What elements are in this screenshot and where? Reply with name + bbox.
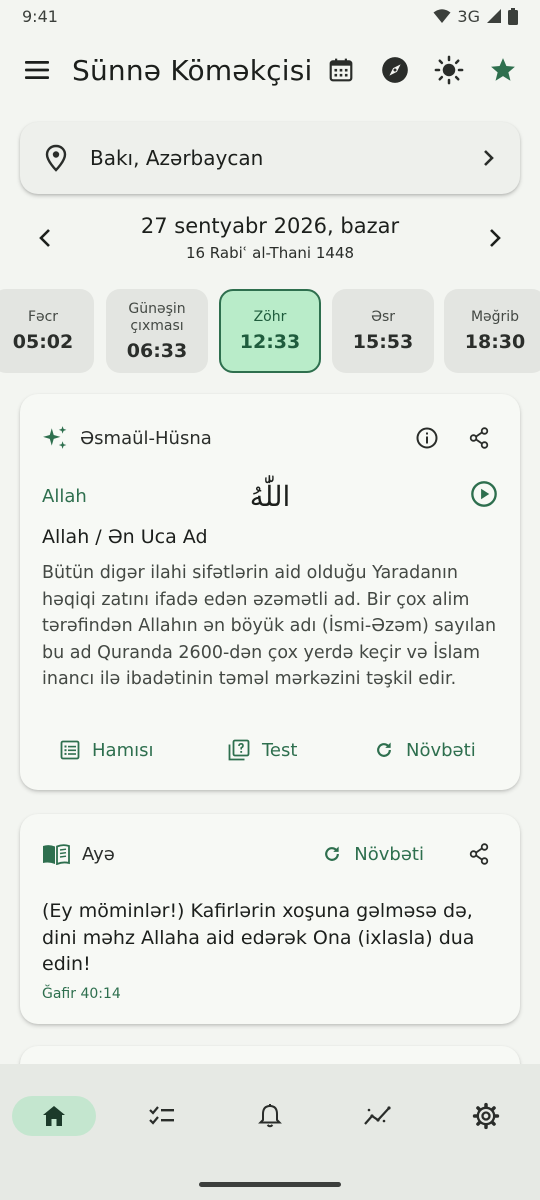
share-button[interactable] bbox=[460, 419, 498, 457]
nav-settings[interactable] bbox=[444, 1096, 528, 1136]
info-button[interactable] bbox=[408, 419, 446, 457]
prayer-name: Məğrib bbox=[470, 309, 520, 325]
battery-icon bbox=[508, 7, 518, 25]
quiz-icon bbox=[228, 739, 250, 761]
prayer-time: 18:30 bbox=[464, 331, 526, 353]
asmaul-husna-card: Əsmaül-Hüsna Allah اللّٰهُ Allah / Ən Uc… bbox=[20, 394, 520, 790]
name-transliteration: Allah bbox=[42, 485, 87, 507]
chevron-right-icon bbox=[490, 229, 501, 247]
network-label: 3G bbox=[457, 6, 480, 26]
list-icon bbox=[60, 740, 80, 760]
compass-icon bbox=[382, 57, 408, 83]
prayer-chip-dhuhr[interactable]: Zöhr 12:33 bbox=[219, 289, 321, 373]
chart-icon bbox=[364, 1106, 391, 1125]
date-display: 27 sentyabr 2026, bazar 16 Rabiʿ al-Than… bbox=[141, 214, 399, 262]
share-button[interactable] bbox=[460, 835, 498, 873]
location-pin-icon bbox=[45, 144, 67, 172]
nav-home[interactable] bbox=[12, 1096, 96, 1136]
status-icons: 3G bbox=[433, 7, 518, 26]
status-time: 9:41 bbox=[22, 6, 58, 26]
name-description: Bütün digər ilahi sifətlərin aid olduğu … bbox=[42, 563, 497, 689]
app-bar: Sünnə Köməkçisi bbox=[0, 44, 540, 96]
prayer-time: 05:02 bbox=[12, 331, 74, 353]
prayer-chip-sunrise[interactable]: Günəşin çıxması 06:33 bbox=[106, 289, 208, 373]
quiz-label: Test bbox=[262, 739, 298, 761]
prayer-name: Günəşin çıxması bbox=[128, 300, 186, 334]
card-actions: Hamısı Test Növbəti bbox=[20, 732, 520, 768]
prayer-chip-maghrib[interactable]: Məğrib 18:30 bbox=[444, 289, 540, 373]
favorites-button[interactable] bbox=[484, 51, 522, 89]
prayer-time: 12:33 bbox=[239, 331, 301, 353]
share-icon bbox=[469, 427, 489, 449]
view-all-label: Hamısı bbox=[92, 739, 154, 761]
nav-statistics[interactable] bbox=[336, 1096, 420, 1136]
quiz-button[interactable]: Test bbox=[228, 732, 297, 768]
prayer-name: Əsr bbox=[370, 309, 396, 325]
card-title: Əsmaül-Hüsna bbox=[80, 427, 212, 449]
qibla-compass-button[interactable] bbox=[376, 51, 414, 89]
location-selector[interactable]: Bakı, Azərbaycan bbox=[20, 122, 520, 194]
name-meaning: Allah / Ən Uca Ad bbox=[42, 526, 208, 548]
prayer-time: 15:53 bbox=[352, 331, 414, 353]
checklist-icon bbox=[149, 1106, 174, 1125]
status-bar: 9:41 3G bbox=[0, 0, 540, 32]
prayer-name: Fəcr bbox=[27, 309, 59, 325]
play-audio-button[interactable] bbox=[470, 480, 498, 512]
bell-icon bbox=[258, 1104, 282, 1128]
home-indicator[interactable] bbox=[199, 1182, 341, 1187]
calendar-button[interactable] bbox=[322, 51, 360, 89]
home-icon bbox=[43, 1106, 65, 1126]
signal-icon bbox=[487, 9, 501, 23]
next-ayah-label: Növbəti bbox=[354, 843, 424, 865]
next-day-button[interactable] bbox=[476, 219, 514, 257]
view-all-button[interactable]: Hamısı bbox=[60, 732, 153, 768]
calendar-icon bbox=[329, 58, 353, 82]
date-navigation: 27 sentyabr 2026, bazar 16 Rabiʿ al-Than… bbox=[0, 208, 540, 268]
bottom-navigation bbox=[0, 1064, 540, 1200]
refresh-icon bbox=[325, 846, 340, 861]
nav-tasks[interactable] bbox=[120, 1096, 204, 1136]
prayer-name: Zöhr bbox=[253, 309, 287, 325]
previous-day-button[interactable] bbox=[26, 219, 64, 257]
name-row: Allah اللّٰهُ bbox=[42, 476, 498, 516]
ayah-reference: Ğafir 40:14 bbox=[42, 986, 121, 1002]
prayer-time: 06:33 bbox=[126, 339, 188, 362]
hijri-date: 16 Rabiʿ al-Thani 1448 bbox=[185, 244, 355, 262]
prayer-times-row: Fəcr 05:02 Günəşin çıxması 06:33 Zöhr 12… bbox=[0, 289, 540, 373]
menu-icon bbox=[25, 61, 49, 79]
play-circle-icon bbox=[471, 481, 497, 507]
star-icon bbox=[491, 58, 515, 81]
info-icon bbox=[416, 427, 438, 449]
theme-toggle-button[interactable] bbox=[430, 51, 468, 89]
menu-button[interactable] bbox=[18, 51, 56, 89]
location-text: Bakı, Azərbaycan bbox=[90, 146, 264, 170]
sparkles-icon bbox=[43, 426, 67, 449]
nav-notifications[interactable] bbox=[228, 1096, 312, 1136]
name-arabic: اللّٰهُ bbox=[249, 479, 291, 513]
book-open-icon bbox=[43, 844, 70, 865]
share-icon bbox=[469, 843, 489, 865]
chevron-right-icon bbox=[484, 150, 494, 166]
gregorian-date: 27 sentyabr 2026, bazar bbox=[140, 214, 400, 238]
ayah-card: Ayə Növbəti (Ey möminlər!) Kafirlərin xo… bbox=[20, 814, 520, 1024]
chevron-left-icon bbox=[39, 229, 50, 247]
prayer-chip-fajr[interactable]: Fəcr 05:02 bbox=[0, 289, 94, 373]
wifi-icon bbox=[433, 9, 451, 23]
next-name-label: Növbəti bbox=[406, 739, 476, 761]
next-ayah-button[interactable]: Növbəti bbox=[322, 836, 424, 872]
app-title: Sünnə Köməkçisi bbox=[72, 53, 313, 87]
card-title: Ayə bbox=[82, 843, 115, 865]
brightness-icon bbox=[434, 55, 464, 85]
settings-icon bbox=[472, 1102, 500, 1130]
ayah-text: (Ey möminlər!) Kafirlərin xoşuna gəlməsə… bbox=[42, 900, 475, 975]
refresh-icon bbox=[377, 742, 391, 757]
prayer-chip-asr[interactable]: Əsr 15:53 bbox=[332, 289, 434, 373]
next-name-button[interactable]: Növbəti bbox=[374, 732, 476, 768]
